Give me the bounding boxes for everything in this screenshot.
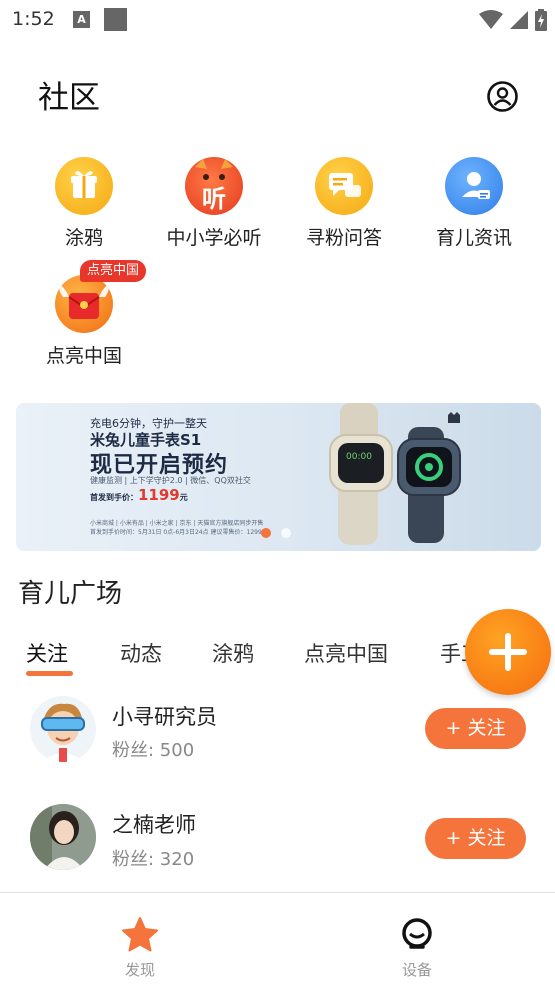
star-icon [122,917,158,952]
status-bar: 1:52 A [0,0,555,40]
follow-button[interactable]: + 关注 [425,818,526,859]
tab-posts[interactable]: 动态 [120,638,162,668]
red-envelope-icon [55,275,113,333]
user-circle-icon [487,81,518,112]
page-title: 社区 [38,80,100,116]
feature-doodle[interactable]: 涂鸦 [19,157,149,250]
nav-discover[interactable]: 发现 [80,917,200,980]
create-post-button[interactable] [465,609,551,695]
feature-badge: 点亮中国 [80,260,147,282]
carousel-dot-active[interactable] [261,528,271,538]
banner-price-unit: 元 [179,493,188,502]
bottom-nav: 发现 设备 [0,892,555,984]
feature-label: 中小学必听 [166,227,262,249]
svg-text:00:00: 00:00 [346,452,372,462]
nav-label: 发现 [124,961,155,979]
avatar [30,804,96,870]
feature-parenting-news[interactable]: 育儿资讯 [409,157,539,250]
status-time: 1:52 [12,8,55,30]
banner-price-label: 首发到手价： [90,493,138,502]
promo-banner[interactable]: 充电6分钟，守护一整天 米兔儿童手表S1 现已开启预约 健康监测 | 上下学守护… [16,403,541,551]
status-icons [479,8,547,32]
app-notification-icon [104,8,127,31]
user-fans-count: 粉丝: 320 [112,849,195,870]
watch-face-icon [402,918,432,949]
watch-product-image: 00:00 [329,403,461,545]
nav-device[interactable]: 设备 [357,917,477,980]
tab-following[interactable]: 关注 [26,638,68,668]
banner-channels: 小米商城 | 小米有品 | 小米之家 | 京东 | 天猫官方旗舰店同步开售 [90,520,264,527]
user-name: 小寻研究员 [112,705,217,729]
feature-light-up-china[interactable]: 点亮中国 [19,275,149,368]
profile-button[interactable] [486,80,519,113]
notification-icon: A [73,11,90,28]
tab-doodle[interactable]: 涂鸦 [212,638,254,668]
list-item[interactable]: 小寻研究员 粉丝: 500 + 关注 [0,693,555,783]
feature-label: 涂鸦 [64,227,103,249]
follow-button[interactable]: + 关注 [425,708,526,749]
battery-icon [535,9,547,31]
nav-label: 设备 [401,961,432,979]
signal-icon [510,11,528,29]
banner-features: 健康监测 | 上下学守护2.0 | 微信、QQ双社交 [90,476,251,485]
feature-label: 寻粉问答 [305,227,382,249]
banner-price-value: 1199 [138,486,180,504]
banner-terms: 首发到手价时间：5月31日 0点-6月3日24点 建议零售价：1299元 [90,529,268,536]
list-item[interactable]: 之楠老师 粉丝: 320 + 关注 [0,803,555,893]
feature-label: 点亮中国 [45,345,122,367]
listen-glyph: 听 [202,185,226,213]
listen-mascot-icon: 听 [185,157,243,215]
chat-bubbles-icon [315,157,373,215]
tab-active-indicator [26,671,73,676]
feature-qa[interactable]: 寻粉问答 [279,157,409,250]
gift-icon [55,157,113,215]
feature-must-listen[interactable]: 听 中小学必听 [149,157,279,250]
profile-card-icon [445,157,503,215]
carousel-dot[interactable] [281,528,291,538]
section-title: 育儿广场 [18,579,123,609]
user-name: 之楠老师 [112,813,196,837]
wifi-icon [479,10,503,29]
feature-label: 育儿资讯 [435,227,512,249]
brand-logo-icon [448,412,460,423]
tab-light-up-china[interactable]: 点亮中国 [304,638,388,668]
user-fans-count: 粉丝: 500 [112,740,195,761]
banner-price: 首发到手价：1199元 [90,486,188,504]
avatar [30,696,96,762]
